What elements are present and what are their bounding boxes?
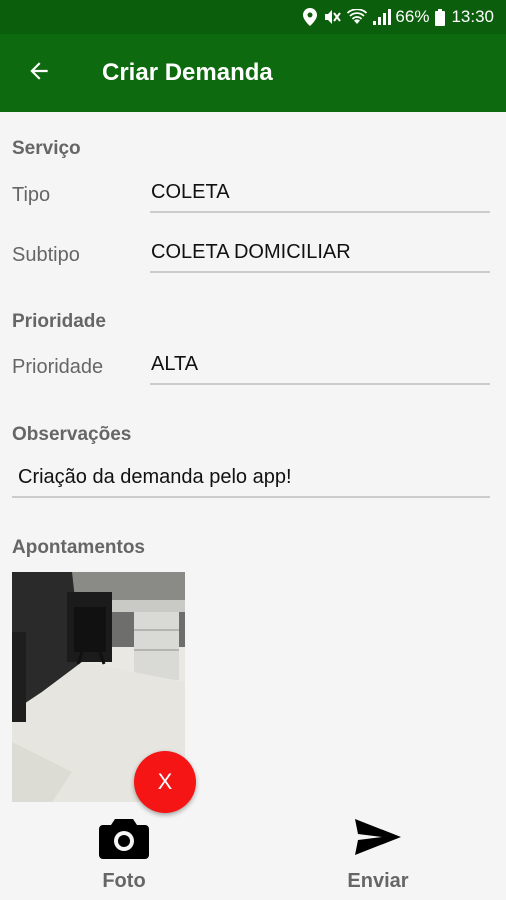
mute-icon <box>323 8 342 26</box>
enviar-label: Enviar <box>347 870 409 892</box>
section-title-apontamentos: Apontamentos <box>12 537 145 558</box>
tipo-field[interactable] <box>150 173 490 213</box>
send-icon <box>353 815 403 864</box>
wifi-icon <box>347 9 368 25</box>
foto-label: Foto <box>102 870 146 892</box>
app-bar: Criar Demanda <box>0 34 506 112</box>
camera-icon <box>99 815 149 864</box>
foto-button[interactable]: Foto <box>54 815 194 900</box>
battery-icon <box>435 8 446 26</box>
clock: 13:30 <box>451 7 494 26</box>
section-title-servico: Serviço <box>12 138 81 159</box>
status-bar: 66% 13:30 <box>0 0 506 34</box>
bottom-bar: Foto Enviar <box>0 815 506 900</box>
prioridade-label: Prioridade <box>12 356 104 378</box>
subtipo-label: Subtipo <box>12 244 80 266</box>
battery-percent: 66% <box>395 7 430 26</box>
subtipo-field[interactable] <box>150 233 490 273</box>
section-title-prioridade: Prioridade <box>12 311 106 332</box>
signal-icon <box>373 9 392 25</box>
back-button[interactable] <box>8 34 70 112</box>
tipo-label: Tipo <box>12 184 51 206</box>
page-title: Criar Demanda <box>102 59 273 86</box>
remove-photo-button[interactable]: X <box>134 751 196 813</box>
arrow-back-icon <box>26 58 52 89</box>
section-title-observacoes: Observações <box>12 424 132 445</box>
observacoes-field[interactable] <box>12 458 490 498</box>
enviar-button[interactable]: Enviar <box>308 815 448 900</box>
prioridade-field[interactable] <box>150 345 490 385</box>
location-icon <box>303 8 318 26</box>
